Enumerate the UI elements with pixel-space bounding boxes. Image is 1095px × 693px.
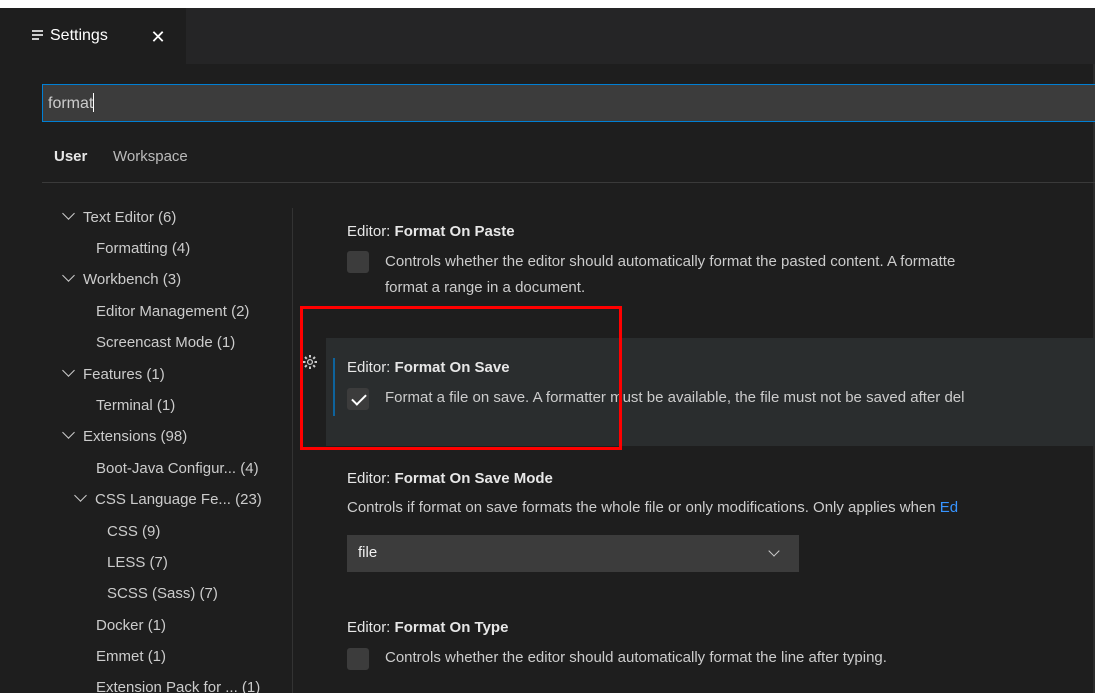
- format-on-type-checkbox[interactable]: [347, 648, 369, 670]
- toc-item-less[interactable]: LESS (7): [107, 553, 168, 573]
- toc-item-extensions[interactable]: Extensions (98): [62, 426, 187, 447]
- setting-link[interactable]: Ed: [940, 499, 958, 516]
- setting-title-format-on-save-mode: Editor: Format On Save Mode: [347, 470, 553, 487]
- chevron-down-icon: [62, 269, 75, 282]
- format-on-paste-checkbox[interactable]: [347, 251, 369, 273]
- divider: [42, 182, 1095, 183]
- setting-description: format a range in a document.: [385, 279, 586, 296]
- text-caret: [93, 93, 95, 112]
- toc-sash[interactable]: [292, 208, 293, 693]
- chevron-down-icon: [74, 489, 87, 502]
- toc-item-emmet[interactable]: Emmet (1): [96, 647, 166, 667]
- settings-editor-icon: [32, 30, 43, 42]
- toc-item-terminal[interactable]: Terminal (1): [96, 396, 175, 416]
- setting-description: Controls whether the editor should autom…: [385, 649, 887, 666]
- chevron-down-icon: [62, 364, 75, 377]
- search-input[interactable]: format: [42, 84, 1095, 122]
- toc-item-css[interactable]: CSS (9): [107, 522, 160, 542]
- search-value: format: [48, 95, 94, 112]
- select-value: file: [358, 544, 378, 561]
- tab-workspace[interactable]: Workspace: [113, 148, 188, 165]
- toc-item-boot-java[interactable]: Boot-Java Configur... (4): [96, 459, 259, 479]
- tab-label: Settings: [50, 27, 108, 44]
- setting-description: Controls if format on save formats the w…: [347, 499, 959, 516]
- chevron-down-icon: [62, 426, 75, 439]
- chevron-down-icon: [768, 545, 780, 557]
- tab-user[interactable]: User: [54, 148, 87, 165]
- close-icon[interactable]: ✕: [145, 24, 171, 50]
- toc-item-docker[interactable]: Docker (1): [96, 616, 166, 636]
- toc-item-workbench[interactable]: Workbench (3): [62, 269, 181, 290]
- toc-item-features[interactable]: Features (1): [62, 364, 165, 385]
- chevron-down-icon: [62, 207, 75, 220]
- toc-item-css-language-features[interactable]: CSS Language Fe... (23): [74, 489, 262, 510]
- setting-title-format-on-paste: Editor: Format On Paste: [347, 223, 515, 240]
- toc-item-text-editor[interactable]: Text Editor (6): [62, 207, 176, 228]
- setting-title-format-on-type: Editor: Format On Type: [347, 619, 509, 636]
- toc-item-scss[interactable]: SCSS (Sass) (7): [107, 584, 218, 604]
- toc-item-extension-pack[interactable]: Extension Pack for ... (1): [96, 678, 260, 693]
- format-on-save-mode-select[interactable]: file: [347, 535, 799, 572]
- tab-bar: Settings ✕: [0, 8, 1095, 64]
- settings-window: Settings ✕ format User Workspace Text Ed…: [0, 8, 1095, 693]
- setting-description: Controls whether the editor should autom…: [385, 253, 956, 270]
- annotation-highlight: [300, 306, 622, 450]
- toc-item-formatting[interactable]: Formatting (4): [96, 239, 190, 259]
- toc-item-screencast-mode[interactable]: Screencast Mode (1): [96, 333, 235, 353]
- tab-settings[interactable]: Settings ✕: [0, 8, 186, 64]
- toc-item-editor-management[interactable]: Editor Management (2): [96, 302, 249, 322]
